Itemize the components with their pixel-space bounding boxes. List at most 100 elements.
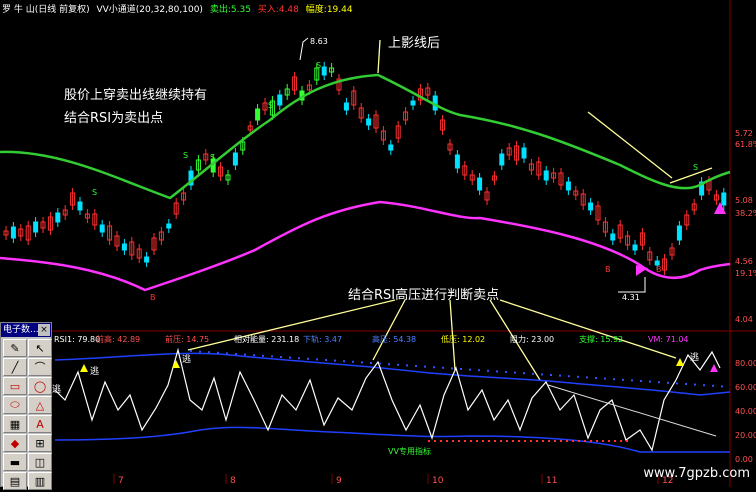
date-tick: 8 bbox=[230, 476, 236, 486]
blue-dot bbox=[325, 359, 327, 361]
candle-body bbox=[499, 153, 505, 166]
blue-dot bbox=[253, 354, 255, 357]
red-dot bbox=[518, 440, 520, 442]
red-dot bbox=[554, 440, 556, 442]
blue-dot bbox=[586, 376, 588, 379]
blue-dot bbox=[496, 370, 498, 373]
palette-tools: ✎ ↖ ╱ ⌒ ▭ ◯ ⬭ △ ▦ A ◆ ⊞ ▬ ◫ ▤ ▥ bbox=[1, 337, 52, 492]
candle-body bbox=[33, 221, 39, 233]
candle-body bbox=[676, 225, 682, 241]
sell-signal-s: S bbox=[268, 101, 273, 110]
blue-dot bbox=[676, 382, 678, 385]
blue-dot bbox=[397, 363, 399, 366]
candle-body bbox=[610, 233, 616, 241]
candle-body bbox=[477, 177, 483, 191]
sell-label: 卖出: bbox=[209, 5, 231, 15]
red-dot bbox=[530, 440, 532, 442]
candle-body bbox=[232, 152, 238, 166]
low-point-label: 4.31 bbox=[622, 293, 640, 302]
date-axis: 7 8 9 10 11 12 bbox=[113, 474, 673, 486]
sell-signal-s: S bbox=[210, 153, 215, 162]
palette-tool-button[interactable]: △ bbox=[28, 396, 52, 414]
blue-dot bbox=[658, 381, 660, 384]
amp-value: 19.44 bbox=[326, 5, 353, 15]
red-dot bbox=[464, 440, 466, 442]
blue-dot bbox=[721, 385, 723, 388]
red-dot bbox=[494, 440, 496, 442]
blue-dot bbox=[685, 383, 687, 385]
red-dot bbox=[470, 440, 472, 442]
blue-dot bbox=[433, 366, 435, 369]
stock-chart[interactable]: 8.63 4.31 S S S S S S B B B RSI1: 79.80 … bbox=[0, 0, 756, 487]
palette-tool-button[interactable]: ↖ bbox=[28, 339, 52, 357]
red-dot bbox=[524, 440, 526, 442]
blue-dot bbox=[595, 377, 597, 379]
palette-tool-button[interactable]: ⌒ bbox=[28, 358, 52, 376]
red-dot bbox=[440, 440, 442, 442]
red-dot bbox=[614, 440, 616, 442]
candle-body bbox=[543, 170, 549, 181]
candle-body bbox=[121, 243, 127, 251]
red-dot bbox=[548, 440, 550, 442]
palette-close-button[interactable]: × bbox=[38, 324, 50, 336]
tag-escape: 逃 bbox=[690, 351, 699, 363]
blue-dot bbox=[199, 350, 201, 353]
indicator-value: 相对能量: 231.18 bbox=[234, 334, 299, 344]
watermark: www.7gpzb.com bbox=[643, 466, 750, 481]
palette-tool-button[interactable]: ╱ bbox=[3, 358, 27, 376]
blue-dot bbox=[271, 355, 273, 358]
palette-tool-button[interactable]: A bbox=[28, 415, 52, 433]
blue-dot bbox=[406, 364, 408, 367]
red-dot bbox=[542, 440, 544, 442]
candle-body bbox=[565, 181, 571, 191]
indicator-name: VV小通道(20,32,80,100) bbox=[96, 5, 203, 15]
date-tick: 7 bbox=[118, 476, 124, 486]
price-tick: 5.72 bbox=[735, 129, 753, 138]
blue-dot bbox=[280, 356, 282, 358]
blue-dot bbox=[352, 360, 354, 363]
red-dot bbox=[608, 440, 610, 442]
drawing-tools-palette[interactable]: 电子数... × ✎ ↖ ╱ ⌒ ▭ ◯ ⬭ △ ▦ A ◆ ⊞ ▬ ◫ ▤ ▥ bbox=[0, 322, 52, 490]
blue-dot bbox=[289, 356, 291, 359]
palette-tool-button[interactable]: ▥ bbox=[28, 472, 52, 490]
palette-tool-button[interactable]: ◯ bbox=[28, 377, 52, 395]
blue-dot bbox=[442, 366, 444, 369]
palette-tool-button[interactable]: ⬭ bbox=[3, 396, 27, 414]
palette-tool-button[interactable]: ◫ bbox=[28, 453, 52, 471]
annotation-rsi-pressure: 结合RSI高压进行判断卖点 bbox=[348, 288, 500, 303]
sell-signal-s: S bbox=[693, 163, 698, 172]
annotation-upper-shadow: 上影线后 bbox=[388, 36, 441, 51]
high-point-label: 8.63 bbox=[310, 37, 328, 46]
blue-dot bbox=[370, 362, 372, 364]
palette-tool-button[interactable]: ⊞ bbox=[28, 434, 52, 452]
buy-line bbox=[0, 200, 731, 292]
blue-dot bbox=[262, 354, 264, 357]
palette-tool-button[interactable]: ◆ bbox=[3, 434, 27, 452]
blue-dot bbox=[712, 384, 714, 387]
buy-signal-b: B bbox=[150, 293, 156, 302]
palette-tool-button[interactable]: ▬ bbox=[3, 453, 27, 471]
red-dot bbox=[590, 440, 592, 442]
blue-dot bbox=[379, 362, 381, 365]
candle-body bbox=[55, 212, 61, 223]
palette-tool-button[interactable]: ▦ bbox=[3, 415, 27, 433]
price-tick: 4.56 bbox=[735, 257, 753, 266]
palette-tool-button[interactable]: ▤ bbox=[3, 472, 27, 490]
red-dot bbox=[476, 440, 478, 442]
indicator-value: 前高: 42.89 bbox=[96, 334, 140, 344]
candle-body bbox=[343, 102, 349, 111]
red-dot bbox=[620, 440, 622, 442]
red-dot bbox=[452, 440, 454, 442]
blue-dot bbox=[613, 378, 615, 381]
red-dot bbox=[560, 440, 562, 442]
indicator-value: VM: 71.04 bbox=[648, 335, 689, 344]
blue-dot bbox=[478, 369, 480, 372]
blue-dot bbox=[550, 374, 552, 376]
blue-dot bbox=[208, 351, 210, 354]
blue-dot bbox=[487, 369, 489, 372]
candle-body bbox=[454, 154, 460, 169]
blue-dot bbox=[505, 371, 507, 373]
palette-tool-button[interactable]: ✎ bbox=[3, 339, 27, 357]
palette-tool-button[interactable]: ▭ bbox=[3, 377, 27, 395]
red-dot bbox=[488, 440, 490, 442]
